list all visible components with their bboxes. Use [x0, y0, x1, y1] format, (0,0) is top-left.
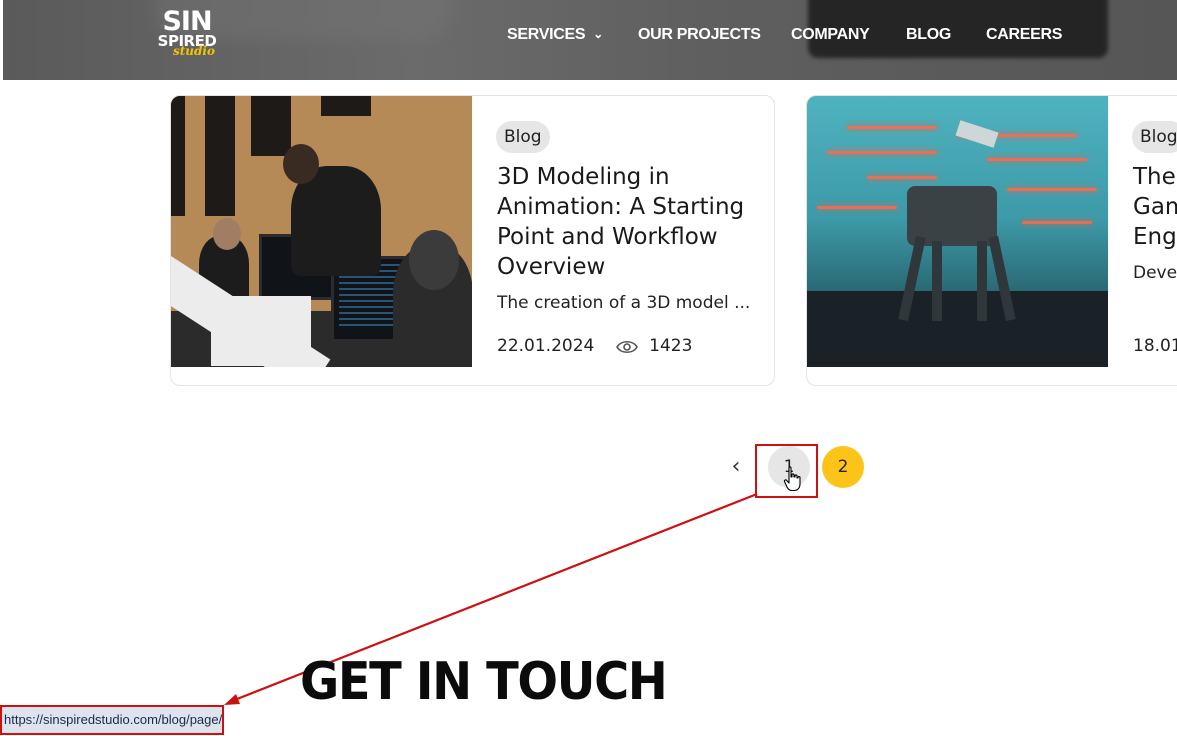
pagination-page-2-current[interactable]: 2 [822, 446, 864, 488]
hand-pointer-cursor-icon [783, 466, 803, 496]
site-header: SIN SPIRED studio SERVICES ⌄ OUR PROJECTS… [3, 0, 1177, 80]
blog-card-meta: 22.01.2024 1423 [497, 336, 692, 360]
section-heading-get-in-touch: GET IN TOUCH [300, 652, 668, 712]
blog-card-meta: 18.01 [1133, 336, 1177, 356]
publish-date: 18.01 [1133, 336, 1177, 356]
nav-item-services[interactable]: SERVICES ⌄ [507, 26, 603, 44]
nav-item-our-projects[interactable]: OUR PROJECTS [638, 26, 761, 44]
blog-card[interactable]: Blog 3D Modeling in Animation: A Startin… [170, 95, 775, 386]
pagination-prev-button[interactable]: ‹ [726, 455, 746, 479]
category-tag[interactable]: Blog [496, 121, 550, 153]
category-tag[interactable]: Blog [1132, 121, 1177, 153]
blog-card-title-fragment: Gam [1133, 194, 1177, 220]
blog-card-title[interactable]: The Gam Eng [1133, 162, 1177, 252]
chevron-left-icon: ‹ [731, 454, 741, 479]
blog-card-excerpt: The creation of a 3D model ... [497, 293, 751, 313]
publish-date: 22.01.2024 [497, 336, 595, 356]
blog-card-excerpt: Devel [1133, 263, 1177, 283]
nav-item-company[interactable]: COMPANY [791, 26, 870, 44]
nav-item-blog[interactable]: BLOG [906, 26, 951, 44]
logo-text-sin: SIN [162, 6, 212, 37]
chevron-down-icon: ⌄ [593, 27, 603, 41]
blog-card-title-fragment: Eng [1133, 224, 1177, 250]
nav-item-label: SERVICES [507, 26, 586, 43]
blog-card-title[interactable]: 3D Modeling in Animation: A Starting Poi… [497, 162, 759, 282]
eye-icon [615, 339, 638, 360]
browser-status-bar-url: https://sinspiredstudio.com/blog/page/1/ [0, 705, 224, 735]
blog-card-title-fragment: The [1133, 164, 1176, 190]
nav-item-careers[interactable]: CAREERS [986, 26, 1062, 44]
view-count: 1423 [649, 336, 693, 356]
blog-card[interactable]: Blog The Gam Eng Devel 18.01 [806, 95, 1177, 386]
logo-text-studio: studio [173, 44, 215, 58]
site-logo[interactable]: SIN SPIRED studio [153, 8, 221, 64]
blog-card-image[interactable] [171, 96, 472, 367]
blog-card-image[interactable] [807, 96, 1108, 367]
